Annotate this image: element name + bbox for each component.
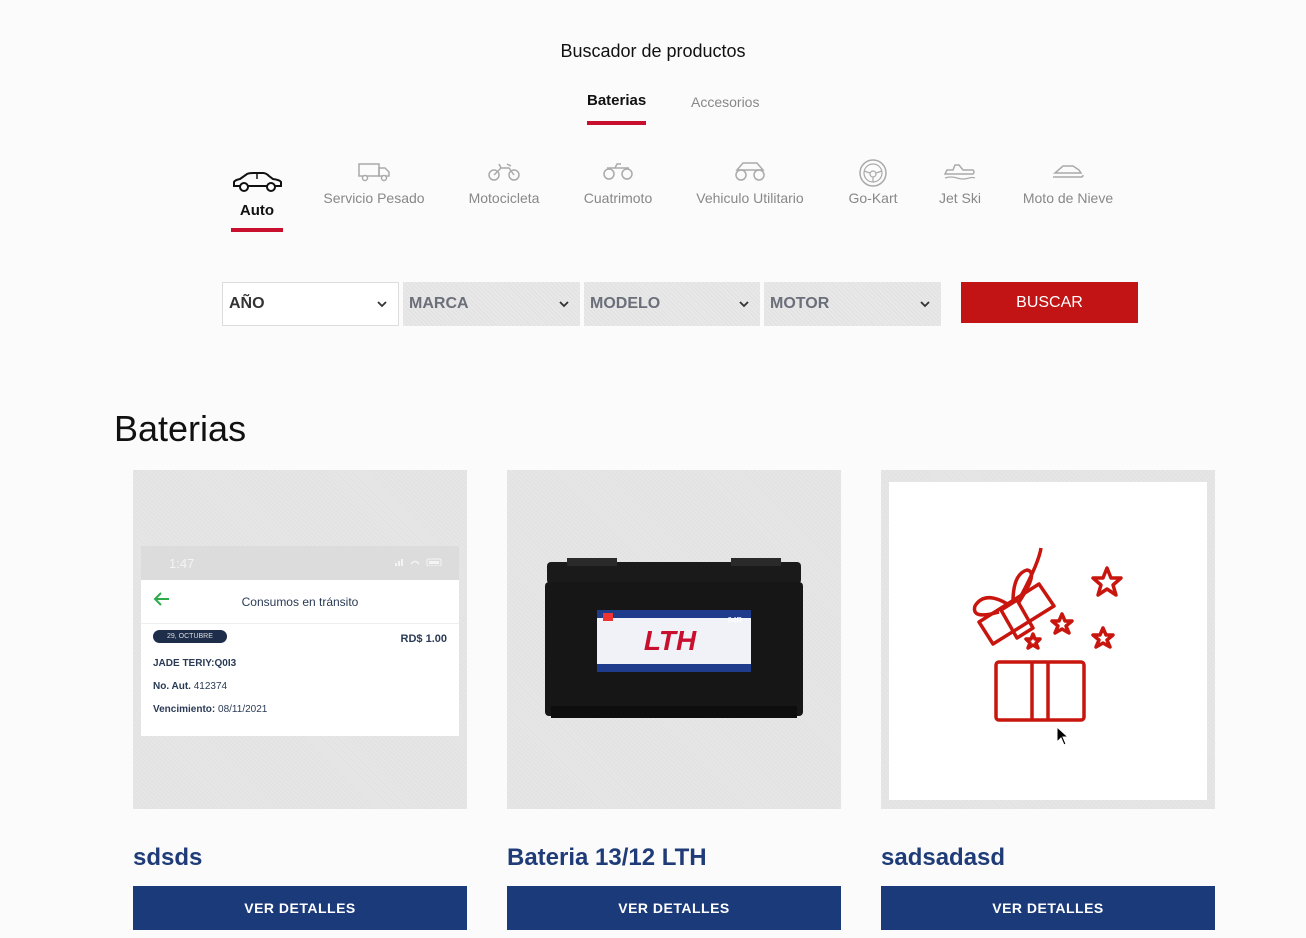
- product-image[interactable]: LTH 94R: [507, 470, 841, 809]
- active-vehicle-indicator: [231, 228, 283, 232]
- auth-label: No. Aut.: [153, 681, 191, 692]
- car-icon: [233, 172, 282, 192]
- view-details-button[interactable]: VER DETALLES: [507, 886, 841, 930]
- chevron-down-icon: [559, 301, 569, 308]
- phone-body: 29, OCTUBRE RD$ 1.00 JADE TERIY:Q0I3 No.…: [141, 624, 459, 736]
- product-card: sadsadasd VER DETALLES: [881, 470, 1215, 930]
- chevron-down-icon: [920, 301, 930, 308]
- vehicle-type-auto[interactable]: Auto: [222, 171, 292, 232]
- vehicle-type-label: Go-Kart: [848, 190, 898, 206]
- engine-select[interactable]: MOTOR: [764, 282, 941, 326]
- atv-icon: [603, 163, 633, 180]
- date-pill: 29, OCTUBRE: [153, 630, 227, 643]
- product-name[interactable]: Bateria 13/12 LTH: [507, 844, 707, 872]
- phone-status-bar: 1:47: [141, 546, 459, 580]
- vehicle-type-motocicleta[interactable]: Motocicleta: [460, 160, 548, 206]
- battery-image: LTH 94R: [545, 558, 803, 718]
- battery-brand: LTH: [644, 625, 697, 656]
- vehicle-type-label: Auto: [239, 202, 275, 219]
- utility-vehicle-icon: [735, 162, 765, 181]
- section-title: Baterias: [114, 408, 247, 449]
- model-select-value: MODELO: [590, 295, 661, 312]
- brand-select[interactable]: MARCA: [403, 282, 580, 326]
- vehicle-type-jet-ski[interactable]: Jet Ski: [934, 160, 986, 206]
- product-image[interactable]: 1:47 Consumos en tránsito 29, OCTUBRE RD…: [133, 470, 467, 809]
- product-card: LTH 94R Bateria 13/12 LTH VER DETALLES: [507, 470, 841, 930]
- vehicle-type-servicio-pesado[interactable]: Servicio Pesado: [318, 160, 430, 206]
- page: Buscador de productos Baterias Accesorio…: [0, 0, 1306, 938]
- finder-title: Buscador de productos: [560, 41, 746, 61]
- gift-box-icon: [972, 547, 1123, 722]
- vehicle-type-label: Moto de Nieve: [1022, 190, 1114, 206]
- year-select-value: AÑO: [229, 295, 265, 312]
- year-select[interactable]: AÑO: [222, 282, 399, 326]
- brand-select-value: MARCA: [409, 295, 469, 312]
- vehicle-type-moto-de-nieve[interactable]: Moto de Nieve: [1016, 160, 1120, 206]
- phone-header-title: Consumos en tránsito: [241, 594, 359, 609]
- jet-ski-icon: [943, 164, 976, 180]
- tab-label: Baterias: [587, 92, 647, 109]
- phone-header: Consumos en tránsito: [141, 580, 459, 624]
- amount: RD$ 1.00: [400, 633, 447, 645]
- view-details-button[interactable]: VER DETALLES: [881, 886, 1215, 930]
- search-button[interactable]: BUSCAR: [961, 282, 1138, 323]
- chevron-down-icon: [739, 301, 749, 308]
- vehicle-type-label: Servicio Pesado: [323, 190, 425, 206]
- arrow-left-icon: [153, 592, 169, 606]
- app-screenshot-image: 1:47 Consumos en tránsito 29, OCTUBRE RD…: [141, 546, 459, 736]
- expiry-label: Vencimiento:: [153, 704, 216, 715]
- vehicle-type-label: Motocicleta: [468, 190, 540, 206]
- vehicle-type-cuatrimoto[interactable]: Cuatrimoto: [578, 160, 658, 206]
- tab-label: Accesorios: [691, 94, 760, 110]
- gift-frame: [889, 482, 1207, 800]
- vehicle-type-label: Jet Ski: [938, 190, 981, 206]
- snowmobile-icon: [1053, 165, 1084, 178]
- merchant-line: JADE TERIY:Q0I3: [153, 658, 237, 669]
- vehicle-type-go-kart[interactable]: Go-Kart: [842, 158, 904, 206]
- mouse-cursor-icon: [1056, 726, 1070, 746]
- vehicle-type-vehiculo-utilitario[interactable]: Vehiculo Utilitario: [690, 160, 810, 206]
- product-name[interactable]: sdsds: [133, 844, 202, 872]
- vehicle-type-label: Vehiculo Utilitario: [696, 190, 804, 206]
- product-card: 1:47 Consumos en tránsito 29, OCTUBRE RD…: [133, 470, 467, 930]
- product-name[interactable]: sadsadasd: [881, 844, 1005, 872]
- motorcycle-icon: [488, 163, 520, 181]
- chevron-down-icon: [377, 301, 387, 308]
- engine-select-value: MOTOR: [770, 295, 830, 312]
- auth-line: No. Aut. 412374: [153, 681, 227, 692]
- steering-wheel-icon: [859, 159, 887, 187]
- product-image[interactable]: [881, 470, 1215, 809]
- phone-time: 1:47: [169, 556, 195, 571]
- expiry-line: Vencimiento: 08/11/2021: [153, 704, 267, 715]
- expiry-value: 08/11/2021: [218, 704, 268, 715]
- active-tab-indicator: [587, 121, 647, 125]
- auth-value: 412374: [193, 681, 228, 692]
- battery-code: 94R: [728, 616, 743, 625]
- tab-accesorios[interactable]: Accesorios: [691, 94, 759, 110]
- tab-baterias[interactable]: Baterias: [587, 92, 647, 125]
- view-details-button[interactable]: VER DETALLES: [133, 886, 467, 930]
- signal-wifi-battery-icon: [395, 558, 442, 566]
- truck-icon: [358, 163, 390, 182]
- vehicle-type-label: Cuatrimoto: [583, 190, 653, 206]
- model-select[interactable]: MODELO: [584, 282, 760, 326]
